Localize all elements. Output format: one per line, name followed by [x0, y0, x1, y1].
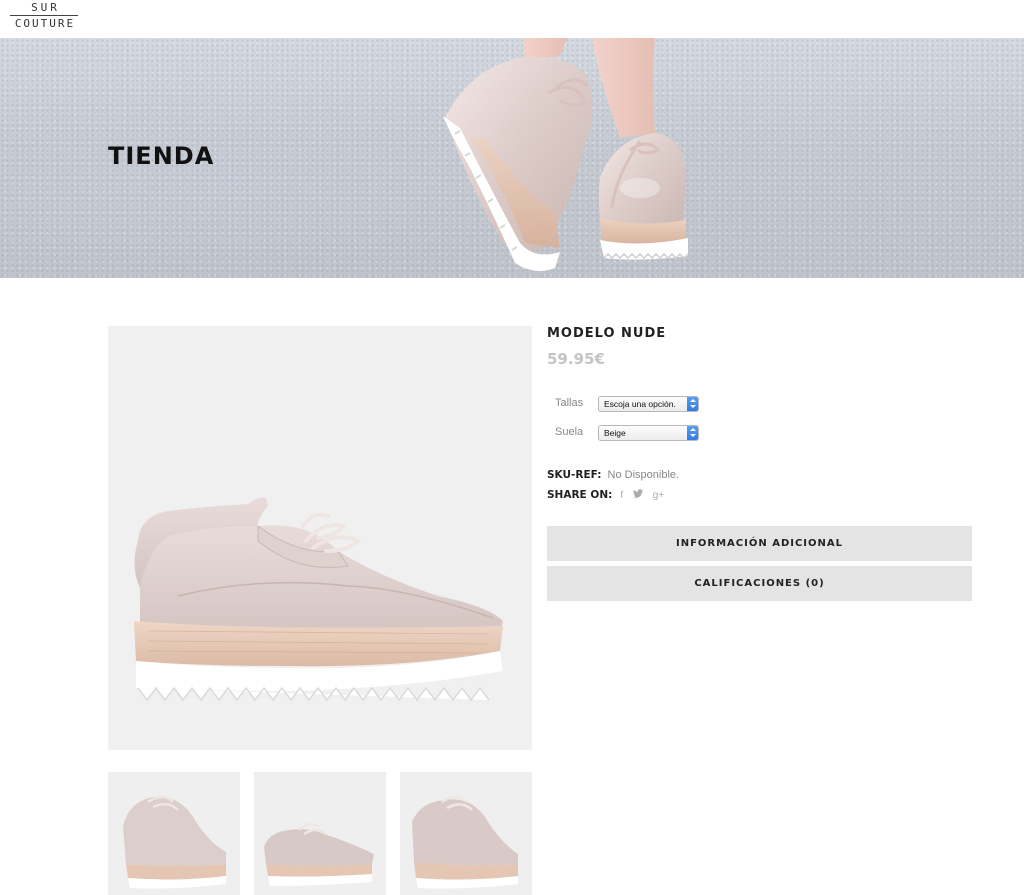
share-label: SHARE ON:: [547, 489, 613, 501]
share-row: SHARE ON: f g+: [547, 489, 671, 501]
variation-row-size: Tallas Escoja una opción.: [555, 396, 755, 414]
page-title: TIENDA: [108, 142, 215, 170]
size-select[interactable]: Escoja una opción.: [598, 396, 699, 412]
thumbnail-shoe-3: [412, 795, 518, 889]
sku-value: No Disponible.: [607, 469, 680, 481]
site-header: SUR COUTURE: [0, 0, 1024, 38]
product-thumbnail-1[interactable]: [108, 772, 240, 895]
thumbnail-shoe-1: [123, 795, 226, 889]
tab-additional-information[interactable]: INFORMACIÓN ADICIONAL: [547, 526, 972, 561]
facebook-icon[interactable]: f: [620, 490, 623, 501]
thumbnail-shoe-2: [264, 822, 374, 886]
sole-select-value: Beige: [604, 428, 626, 438]
product-price: 59.95€: [547, 350, 605, 368]
logo-rule: [10, 15, 78, 16]
variation-label-size: Tallas: [555, 397, 584, 409]
product-title: MODELO NUDE: [547, 326, 667, 341]
tab-reviews[interactable]: CALIFICACIONES (0): [547, 566, 972, 601]
sku-row: SKU-REF: No Disponible.: [547, 469, 679, 481]
select-arrows-icon: [687, 426, 698, 440]
size-select-value: Escoja una opción.: [604, 399, 676, 409]
product-thumbnail-2[interactable]: [254, 772, 386, 895]
hero-banner: TIENDA: [0, 38, 1024, 278]
site-logo[interactable]: SUR COUTURE: [8, 2, 80, 34]
select-arrows-icon: [687, 397, 698, 411]
twitter-icon[interactable]: [632, 489, 643, 501]
product-shoe-illustration: [134, 497, 503, 702]
share-icons: f g+: [620, 489, 671, 501]
logo-line-1: SUR: [31, 1, 60, 14]
variation-row-sole: Suela Beige: [555, 425, 755, 443]
sole-select[interactable]: Beige: [598, 425, 699, 441]
google-plus-icon[interactable]: g+: [653, 490, 664, 501]
product-main-image[interactable]: [108, 326, 532, 750]
variation-label-sole: Suela: [555, 426, 584, 438]
product-thumbnail-3[interactable]: [400, 772, 532, 895]
logo-line-2: COUTURE: [14, 17, 76, 30]
sku-label: SKU-REF:: [547, 469, 602, 481]
